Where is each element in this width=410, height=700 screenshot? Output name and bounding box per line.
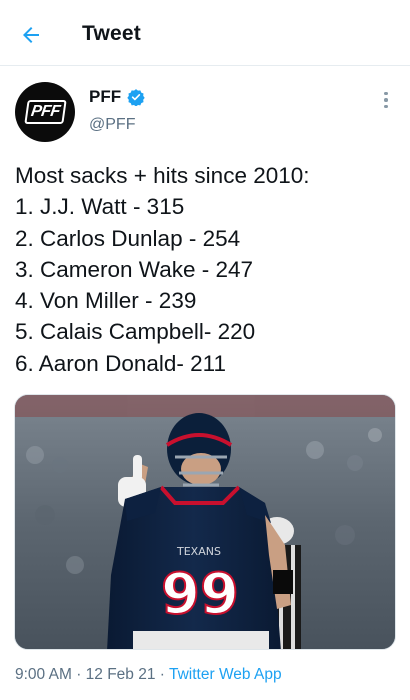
tweet-time[interactable]: 9:00 AM [15, 666, 72, 683]
tweet-line: 5. Calais Campbell- 220 [15, 319, 256, 345]
tweet-metadata: 9:00 AM · 12 Feb 21 · Twitter Web App [15, 666, 282, 684]
tweet-line: 2. Carlos Dunlap - 254 [15, 225, 241, 251]
tweet-line: 3. Cameron Wake - 247 [15, 256, 254, 282]
meta-separator: · [159, 666, 165, 683]
tweet-line: Most sacks + hits since 2010: [15, 163, 310, 188]
tweet-date[interactable]: 12 Feb 21 [86, 666, 156, 683]
tweet-line: 1. J.J. Watt - 315 [15, 194, 185, 220]
tweet-author: PFF PFF @PFF [0, 66, 410, 146]
more-vertical-icon [384, 91, 388, 96]
author-display-name[interactable]: PFF [89, 87, 121, 107]
top-bar: Tweet [0, 0, 410, 66]
avatar[interactable]: PFF [15, 82, 75, 142]
verified-badge-icon [127, 89, 145, 106]
more-options-button[interactable] [376, 88, 396, 112]
tweet-source-app[interactable]: Twitter Web App [169, 666, 282, 683]
meta-separator: · [76, 666, 82, 683]
tweet-line: 4. Von Miller - 239 [15, 288, 197, 314]
author-name-row: PFF [89, 87, 145, 107]
jersey-number: 99 [161, 562, 239, 627]
tweet-photo[interactable]: TEXANS 99 [14, 394, 396, 650]
tweet-text: Most sacks + hits since 2010: 1. J.J. Wa… [15, 160, 400, 379]
back-button[interactable] [14, 18, 48, 52]
football-player-photo: TEXANS 99 [15, 395, 395, 649]
arrow-left-icon [23, 27, 39, 43]
jersey-team-text: TEXANS [176, 545, 221, 558]
tweet-line: 6. Aaron Donald- 211 [15, 350, 226, 376]
author-handle[interactable]: @PFF [89, 116, 135, 134]
avatar-logo-text: PFF [23, 100, 67, 124]
page-title: Tweet [82, 22, 141, 45]
